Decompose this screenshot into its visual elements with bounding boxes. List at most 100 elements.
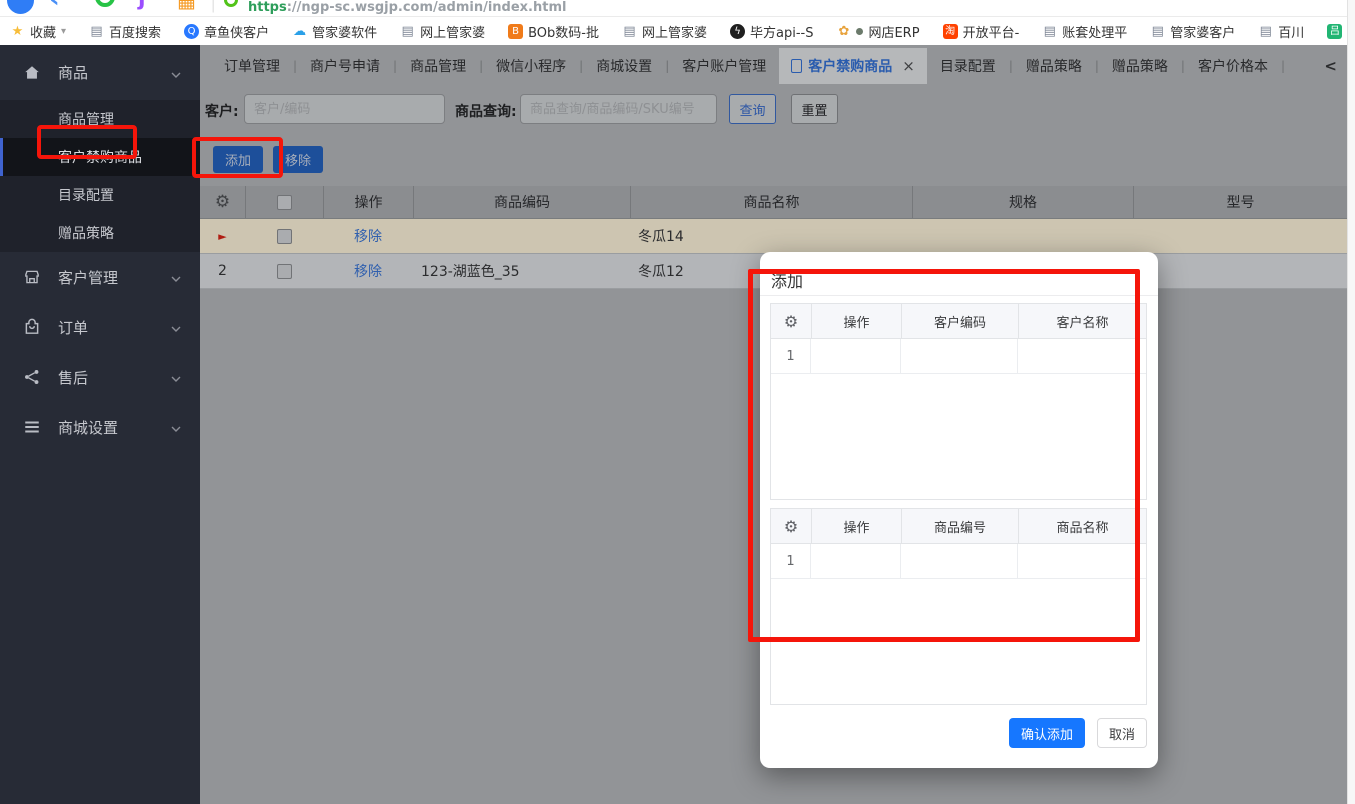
address-url[interactable]: https://ngp-sc.wsgjp.com/admin/index.htm…: [248, 0, 566, 15]
cell-op[interactable]: [811, 544, 901, 578]
tab[interactable]: 客户账户管理: [682, 48, 766, 84]
bookmark-item[interactable]: ▤ 百川: [1258, 22, 1305, 41]
cell-product-code[interactable]: [901, 544, 1018, 578]
bookmark-favicon-icon: ▤: [90, 23, 103, 39]
bookmark-item[interactable]: ▤ 网上管家婆: [622, 22, 707, 41]
tab[interactable]: |: [479, 48, 483, 84]
column-header-model: 型号: [1133, 186, 1347, 218]
tab[interactable]: |: [293, 48, 297, 84]
gear-icon[interactable]: ⚙: [215, 192, 230, 212]
sidebar-item-label: 商品管理: [58, 112, 114, 128]
gear-icon[interactable]: ⚙: [784, 517, 798, 536]
tab-label: |: [393, 59, 398, 73]
tab[interactable]: |: [1181, 48, 1185, 84]
tab-label: |: [1008, 59, 1013, 73]
row-checkbox[interactable]: [276, 263, 292, 279]
sidebar-item[interactable]: 商城设置: [0, 402, 200, 452]
tab[interactable]: 目录配置: [940, 48, 996, 84]
tab[interactable]: <: [1324, 48, 1341, 84]
apps-grid-icon[interactable]: ▦: [177, 0, 196, 12]
chevron-down-icon: [170, 271, 182, 283]
bookmark-item[interactable]: ▤ 账套处理平: [1042, 22, 1128, 41]
customer-filter-input[interactable]: [244, 94, 445, 124]
tab[interactable]: |: [1009, 48, 1013, 84]
column-header-customer-code: 客户编码: [901, 304, 1018, 338]
tab[interactable]: 订单管理: [224, 48, 280, 84]
bookmark-item[interactable]: ▤ 管家婆客户: [1150, 22, 1236, 41]
add-button[interactable]: 添加: [213, 146, 263, 173]
sidebar-item[interactable]: 售后: [0, 352, 200, 402]
close-icon[interactable]: ×: [902, 57, 915, 75]
remove-link[interactable]: 移除: [354, 226, 382, 246]
sidebar-item[interactable]: 商品管理: [0, 100, 200, 138]
refresh-icon[interactable]: [95, 0, 115, 7]
chevron-down-icon: [170, 371, 182, 383]
cell-model: [1133, 219, 1347, 253]
customer-picker-table: ⚙ 操作 客户编码 客户名称 1: [770, 303, 1147, 500]
table-row[interactable]: 1: [771, 339, 1146, 374]
browser-logo-icon[interactable]: [7, 0, 34, 14]
url-scheme: https: [248, 0, 287, 15]
bookmark-item[interactable]: ▤ 百度搜索: [89, 22, 161, 41]
product-filter-label: 商品查询:: [455, 104, 517, 120]
bookmark-item[interactable]: Q 章鱼侠客户: [184, 22, 269, 41]
row-checkbox[interactable]: [276, 228, 292, 244]
browser-scrollbar[interactable]: [1347, 0, 1355, 804]
sidebar-item[interactable]: 目录配置: [0, 176, 200, 214]
tab-label: 商户号申请: [310, 59, 381, 75]
tab[interactable]: 赠品策略: [1026, 48, 1082, 84]
bookmark-item[interactable]: ϟ 毕方api--S: [730, 22, 813, 41]
bookmark-item[interactable]: ☁ 管家婆软件: [292, 22, 377, 41]
bookmark-label: 网上管家婆: [641, 25, 707, 41]
table-header-row: ⚙ 操作 客户编码 客户名称: [771, 304, 1146, 339]
tab-label: |: [293, 59, 298, 73]
remove-link[interactable]: 移除: [354, 261, 382, 281]
reset-button[interactable]: 重置: [791, 94, 838, 124]
tab[interactable]: 赠品策略: [1112, 48, 1168, 84]
table-row[interactable]: ► 移除 冬瓜14: [200, 219, 1347, 254]
bookmark-label: 百度搜索: [109, 25, 162, 41]
tab[interactable]: 客户禁购商品 ×: [779, 48, 927, 84]
table-row[interactable]: 1: [771, 544, 1146, 579]
tab[interactable]: |: [1281, 48, 1285, 84]
bookmark-item[interactable]: B BOb数码-批: [508, 22, 599, 41]
bookmark-favicon-icon: ▤: [1259, 23, 1272, 39]
tab[interactable]: |: [1095, 48, 1099, 84]
query-button[interactable]: 查询: [729, 94, 776, 124]
tab[interactable]: |: [393, 48, 397, 84]
column-header-op: 操作: [811, 304, 901, 338]
squiggle-icon[interactable]: ʃ: [138, 0, 147, 11]
remove-button[interactable]: 移除: [273, 146, 323, 173]
tab[interactable]: 商户号申请: [310, 48, 380, 84]
select-all-checkbox[interactable]: [277, 194, 292, 210]
bookmark-item[interactable]: ★ 收藏 ▾: [10, 22, 66, 41]
back-icon[interactable]: ‹: [49, 0, 60, 14]
tab[interactable]: |: [579, 48, 583, 84]
cell-customer-code[interactable]: [901, 339, 1018, 373]
cell-customer-name[interactable]: [1018, 339, 1146, 373]
tab[interactable]: |: [665, 48, 669, 84]
cell-product-name[interactable]: [1018, 544, 1146, 578]
bookmark-item[interactable]: 淘 开放平台-: [942, 22, 1019, 41]
dialog-title: 添加: [760, 252, 1158, 296]
gear-icon[interactable]: ⚙: [784, 312, 798, 331]
tab[interactable]: 客户价格本: [1198, 48, 1268, 84]
bookmarks-bar: ★ 收藏 ▾ ▤ 百度搜索 Q 章鱼侠客户 ☁ 管家婆软件 ▤ 网上管家婆 B …: [0, 17, 1355, 45]
tab[interactable]: 微信小程序: [496, 48, 566, 84]
sidebar-item[interactable]: 赠品策略: [0, 214, 200, 252]
tab[interactable]: 商城设置: [596, 48, 652, 84]
sidebar-item[interactable]: 订单: [0, 302, 200, 352]
tab-label: |: [579, 59, 584, 73]
tab[interactable]: 商品管理: [410, 48, 466, 84]
cancel-button[interactable]: 取消: [1097, 718, 1147, 748]
product-filter-input[interactable]: [520, 94, 717, 124]
bookmark-item[interactable]: ✿ 网店ERP: [836, 22, 920, 41]
tab-bar: 订单管理 | 商户号申请 | 商品管理 | 微信小程序 | 商城设置 | 客户账…: [200, 45, 1347, 84]
bookmark-item[interactable]: ▤ 网上管家婆: [400, 22, 485, 41]
sidebar-item-icon: [23, 418, 41, 436]
confirm-add-button[interactable]: 确认添加: [1009, 718, 1085, 748]
sidebar-item[interactable]: 商品: [0, 45, 200, 100]
sidebar-item[interactable]: 客户禁购商品: [0, 138, 200, 176]
cell-op[interactable]: [811, 339, 901, 373]
sidebar-item[interactable]: 客户管理: [0, 252, 200, 302]
